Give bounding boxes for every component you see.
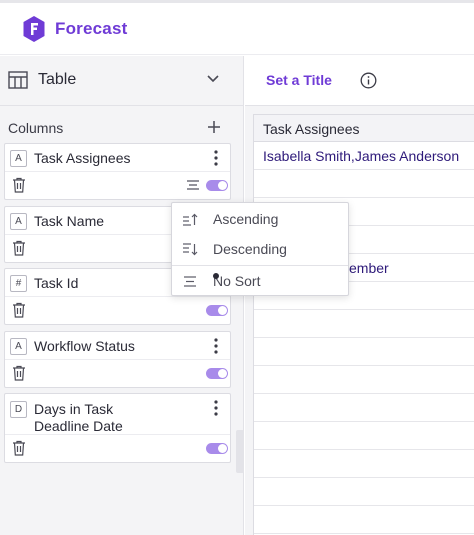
more-options-icon[interactable] xyxy=(212,337,220,355)
column-visibility-toggle[interactable] xyxy=(206,368,228,379)
column-card: A Workflow Status xyxy=(4,331,231,388)
column-name: Days in Task Deadline Date xyxy=(34,401,123,434)
selected-indicator xyxy=(213,273,219,279)
column-visibility-toggle[interactable] xyxy=(206,180,228,191)
table-row xyxy=(254,394,474,422)
table-row xyxy=(254,450,474,478)
text-type-icon: A xyxy=(10,338,27,355)
brand-name: Forecast xyxy=(55,19,128,38)
no-sort-icon xyxy=(184,276,196,287)
no-sort-item[interactable]: No Sort xyxy=(172,266,348,296)
chevron-down-icon xyxy=(207,75,219,83)
add-column-icon[interactable] xyxy=(205,118,223,136)
trash-icon[interactable] xyxy=(12,440,26,456)
table-row: Isabella Smith,James Anderson xyxy=(254,142,474,170)
panel-resize-handle[interactable] xyxy=(236,430,244,473)
table-icon xyxy=(8,71,28,89)
sort-ascending-icon xyxy=(183,213,198,226)
text-type-icon: A xyxy=(10,213,27,230)
table-row xyxy=(254,422,474,450)
trash-icon[interactable] xyxy=(12,365,26,381)
column-card: D Days in Task Deadline Date xyxy=(4,393,231,463)
app-header: Forecast xyxy=(0,3,474,55)
number-type-icon: # xyxy=(10,275,27,292)
sort-option-label: No Sort xyxy=(213,273,261,289)
column-name: Task Name xyxy=(34,213,105,229)
table-row xyxy=(254,366,474,394)
sort-option-label: Descending xyxy=(213,241,287,257)
sort-menu: Ascending Descending No Sort xyxy=(171,202,349,296)
column-name: Task Id xyxy=(34,275,79,291)
more-options-icon[interactable] xyxy=(212,149,220,167)
set-title-button[interactable]: Set a Title xyxy=(266,72,332,88)
date-type-icon: D xyxy=(10,401,27,418)
column-visibility-toggle[interactable] xyxy=(206,443,228,454)
column-visibility-toggle[interactable] xyxy=(206,305,228,316)
column-name: Workflow Status xyxy=(34,338,135,354)
table-row xyxy=(254,310,474,338)
sort-option-label: Ascending xyxy=(213,211,279,227)
data-table: Task Assignees Isabella Smith,James Ande… xyxy=(253,114,474,535)
trash-icon[interactable] xyxy=(12,177,26,193)
table-row xyxy=(254,170,474,198)
text-type-icon: A xyxy=(10,150,27,167)
title-bar: Set a Title xyxy=(245,56,474,106)
sort-icon[interactable] xyxy=(186,179,200,191)
sort-descending-icon xyxy=(183,243,198,256)
sort-descending-item[interactable]: Descending xyxy=(172,234,348,264)
columns-heading: Columns xyxy=(8,120,64,136)
column-header: Task Assignees xyxy=(263,121,360,137)
column-card: A Task Assignees xyxy=(4,143,231,200)
view-type-dropdown[interactable]: Table xyxy=(0,56,243,106)
more-options-icon[interactable] xyxy=(212,399,220,417)
forecast-logo[interactable]: Forecast xyxy=(22,15,127,43)
app-root: Forecast Table Columns A Task Assignees … xyxy=(0,0,474,535)
sort-ascending-item[interactable]: Ascending xyxy=(172,204,348,234)
table-header: Task Assignees xyxy=(254,115,474,142)
table-cell: Isabella Smith,James Anderson xyxy=(263,148,460,164)
table-cell: ember xyxy=(349,260,389,276)
trash-icon[interactable] xyxy=(12,240,26,256)
column-name: Task Assignees xyxy=(34,150,131,166)
forecast-logo-icon xyxy=(23,16,45,42)
table-row xyxy=(254,506,474,534)
table-row xyxy=(254,478,474,506)
trash-icon[interactable] xyxy=(12,302,26,318)
view-type-label: Table xyxy=(38,71,77,88)
table-row xyxy=(254,338,474,366)
info-icon[interactable] xyxy=(360,72,377,89)
